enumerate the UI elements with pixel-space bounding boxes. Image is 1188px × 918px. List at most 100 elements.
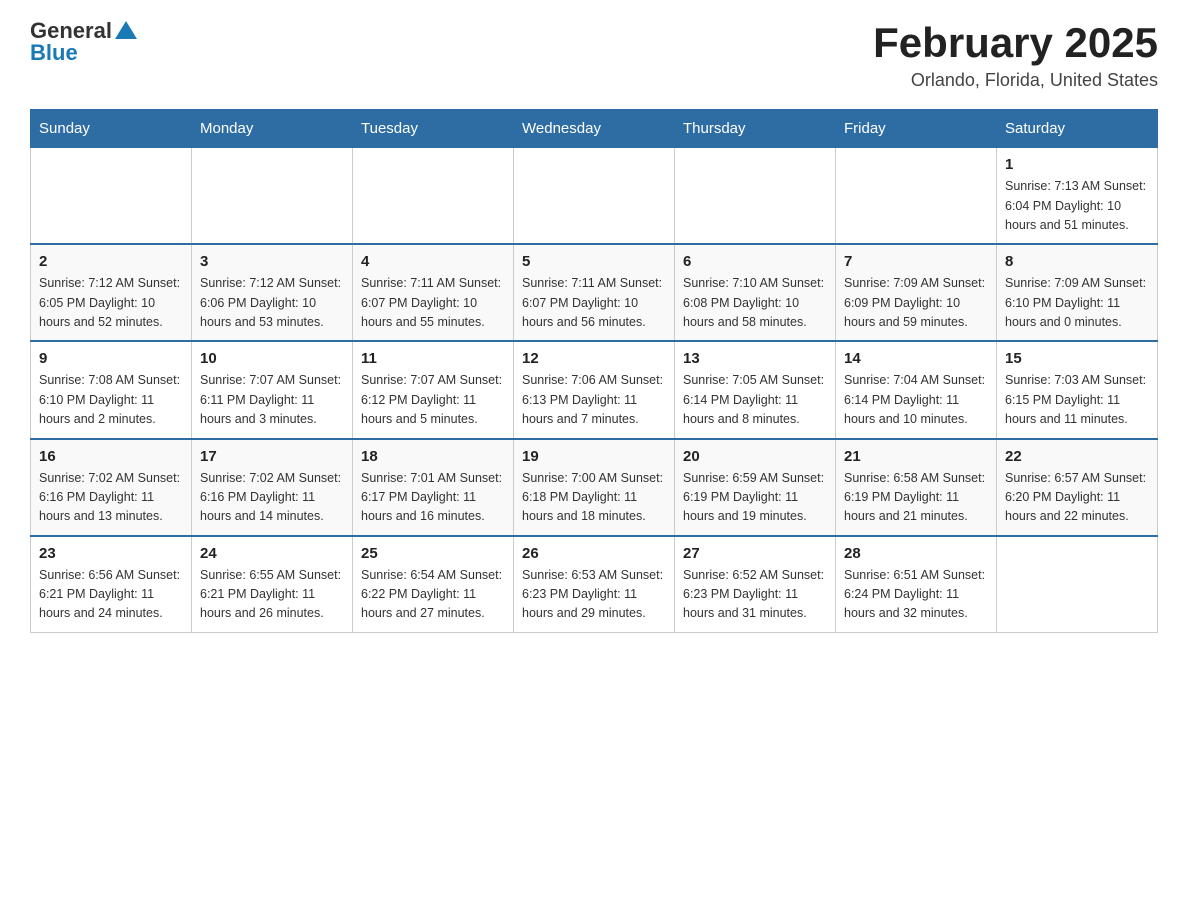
day-info: Sunrise: 7:04 AM Sunset: 6:14 PM Dayligh…	[844, 371, 988, 429]
day-number: 7	[844, 253, 988, 270]
day-info: Sunrise: 6:58 AM Sunset: 6:19 PM Dayligh…	[844, 469, 988, 527]
logo-general: General	[30, 20, 112, 42]
col-monday: Monday	[192, 110, 353, 148]
day-number: 3	[200, 253, 344, 270]
day-info: Sunrise: 7:09 AM Sunset: 6:10 PM Dayligh…	[1005, 274, 1149, 332]
table-row: 21 Sunrise: 6:58 AM Sunset: 6:19 PM Dayli…	[836, 439, 997, 536]
day-info: Sunrise: 7:13 AM Sunset: 6:04 PM Dayligh…	[1005, 177, 1149, 235]
table-row: 19 Sunrise: 7:00 AM Sunset: 6:18 PM Dayli…	[514, 439, 675, 536]
day-info: Sunrise: 6:59 AM Sunset: 6:19 PM Dayligh…	[683, 469, 827, 527]
table-row: 18 Sunrise: 7:01 AM Sunset: 6:17 PM Dayli…	[353, 439, 514, 536]
table-row: 8Sunrise: 7:09 AM Sunset: 6:10 PM Daylig…	[997, 244, 1158, 341]
day-info: Sunrise: 7:09 AM Sunset: 6:09 PM Dayligh…	[844, 274, 988, 332]
day-number: 22	[1005, 448, 1149, 465]
day-info: Sunrise: 7:05 AM Sunset: 6:14 PM Dayligh…	[683, 371, 827, 429]
table-row: 9 Sunrise: 7:08 AM Sunset: 6:10 PM Daylig…	[31, 341, 192, 438]
table-row	[192, 148, 353, 245]
day-number: 17	[200, 448, 344, 465]
table-row	[836, 148, 997, 245]
day-info: Sunrise: 7:02 AM Sunset: 6:16 PM Dayligh…	[200, 469, 344, 527]
col-saturday: Saturday	[997, 110, 1158, 148]
day-info: Sunrise: 7:07 AM Sunset: 6:12 PM Dayligh…	[361, 371, 505, 429]
table-row: 7 Sunrise: 7:09 AM Sunset: 6:09 PM Daylig…	[836, 244, 997, 341]
day-number: 16	[39, 448, 183, 465]
table-row	[997, 536, 1158, 633]
day-info: Sunrise: 7:07 AM Sunset: 6:11 PM Dayligh…	[200, 371, 344, 429]
table-row: 28 Sunrise: 6:51 AM Sunset: 6:24 PM Dayli…	[836, 536, 997, 633]
day-number: 11	[361, 350, 505, 367]
location: Orlando, Florida, United States	[873, 70, 1158, 91]
day-info: Sunrise: 6:52 AM Sunset: 6:23 PM Dayligh…	[683, 566, 827, 624]
table-row	[31, 148, 192, 245]
table-row: 1 Sunrise: 7:13 AM Sunset: 6:04 PM Daylig…	[997, 148, 1158, 245]
logo-icon	[115, 19, 137, 41]
table-row: 20 Sunrise: 6:59 AM Sunset: 6:19 PM Dayli…	[675, 439, 836, 536]
day-number: 13	[683, 350, 827, 367]
day-number: 21	[844, 448, 988, 465]
day-number: 24	[200, 545, 344, 562]
day-number: 9	[39, 350, 183, 367]
day-number: 4	[361, 253, 505, 270]
logo: General Blue	[30, 20, 137, 64]
table-row	[514, 148, 675, 245]
day-number: 15	[1005, 350, 1149, 367]
day-number: 26	[522, 545, 666, 562]
day-info: Sunrise: 7:06 AM Sunset: 6:13 PM Dayligh…	[522, 371, 666, 429]
table-row: 27 Sunrise: 6:52 AM Sunset: 6:23 PM Dayli…	[675, 536, 836, 633]
table-row: 10Sunrise: 7:07 AM Sunset: 6:11 PM Dayli…	[192, 341, 353, 438]
day-number: 25	[361, 545, 505, 562]
day-number: 5	[522, 253, 666, 270]
table-row: 12 Sunrise: 7:06 AM Sunset: 6:13 PM Dayli…	[514, 341, 675, 438]
table-row: 25Sunrise: 6:54 AM Sunset: 6:22 PM Dayli…	[353, 536, 514, 633]
col-wednesday: Wednesday	[514, 110, 675, 148]
day-info: Sunrise: 6:53 AM Sunset: 6:23 PM Dayligh…	[522, 566, 666, 624]
day-info: Sunrise: 6:56 AM Sunset: 6:21 PM Dayligh…	[39, 566, 183, 624]
day-info: Sunrise: 7:02 AM Sunset: 6:16 PM Dayligh…	[39, 469, 183, 527]
day-info: Sunrise: 6:57 AM Sunset: 6:20 PM Dayligh…	[1005, 469, 1149, 527]
col-friday: Friday	[836, 110, 997, 148]
logo-blue: Blue	[30, 40, 78, 65]
day-number: 2	[39, 253, 183, 270]
table-row: 13 Sunrise: 7:05 AM Sunset: 6:14 PM Dayli…	[675, 341, 836, 438]
table-row: 11 Sunrise: 7:07 AM Sunset: 6:12 PM Dayli…	[353, 341, 514, 438]
day-number: 23	[39, 545, 183, 562]
day-number: 20	[683, 448, 827, 465]
day-info: Sunrise: 7:12 AM Sunset: 6:05 PM Dayligh…	[39, 274, 183, 332]
table-row: 26 Sunrise: 6:53 AM Sunset: 6:23 PM Dayli…	[514, 536, 675, 633]
table-row	[353, 148, 514, 245]
day-number: 12	[522, 350, 666, 367]
day-info: Sunrise: 7:11 AM Sunset: 6:07 PM Dayligh…	[522, 274, 666, 332]
day-number: 18	[361, 448, 505, 465]
table-row: 15 Sunrise: 7:03 AM Sunset: 6:15 PM Dayli…	[997, 341, 1158, 438]
table-row: 24 Sunrise: 6:55 AM Sunset: 6:21 PM Dayli…	[192, 536, 353, 633]
day-number: 1	[1005, 156, 1149, 173]
table-row: 4 Sunrise: 7:11 AM Sunset: 6:07 PM Daylig…	[353, 244, 514, 341]
table-row: 2 Sunrise: 7:12 AM Sunset: 6:05 PM Daylig…	[31, 244, 192, 341]
day-info: Sunrise: 7:00 AM Sunset: 6:18 PM Dayligh…	[522, 469, 666, 527]
day-number: 27	[683, 545, 827, 562]
table-row: 16 Sunrise: 7:02 AM Sunset: 6:16 PM Dayli…	[31, 439, 192, 536]
day-info: Sunrise: 6:55 AM Sunset: 6:21 PM Dayligh…	[200, 566, 344, 624]
table-row: 23 Sunrise: 6:56 AM Sunset: 6:21 PM Dayli…	[31, 536, 192, 633]
day-number: 19	[522, 448, 666, 465]
page-header: General Blue February 2025 Orlando, Flor…	[30, 20, 1158, 91]
day-info: Sunrise: 7:01 AM Sunset: 6:17 PM Dayligh…	[361, 469, 505, 527]
table-row: 5 Sunrise: 7:11 AM Sunset: 6:07 PM Daylig…	[514, 244, 675, 341]
table-row	[675, 148, 836, 245]
day-info: Sunrise: 6:51 AM Sunset: 6:24 PM Dayligh…	[844, 566, 988, 624]
day-info: Sunrise: 7:11 AM Sunset: 6:07 PM Dayligh…	[361, 274, 505, 332]
col-thursday: Thursday	[675, 110, 836, 148]
table-row: 17 Sunrise: 7:02 AM Sunset: 6:16 PM Dayli…	[192, 439, 353, 536]
day-info: Sunrise: 7:08 AM Sunset: 6:10 PM Dayligh…	[39, 371, 183, 429]
calendar: Sunday Monday Tuesday Wednesday Thursday…	[30, 109, 1158, 633]
day-info: Sunrise: 7:12 AM Sunset: 6:06 PM Dayligh…	[200, 274, 344, 332]
day-number: 14	[844, 350, 988, 367]
table-row: 22 Sunrise: 6:57 AM Sunset: 6:20 PM Dayli…	[997, 439, 1158, 536]
col-tuesday: Tuesday	[353, 110, 514, 148]
table-row: 14 Sunrise: 7:04 AM Sunset: 6:14 PM Dayli…	[836, 341, 997, 438]
day-number: 28	[844, 545, 988, 562]
title-section: February 2025 Orlando, Florida, United S…	[873, 20, 1158, 91]
table-row: 3 Sunrise: 7:12 AM Sunset: 6:06 PM Daylig…	[192, 244, 353, 341]
calendar-header-row: Sunday Monday Tuesday Wednesday Thursday…	[31, 110, 1158, 148]
day-info: Sunrise: 7:03 AM Sunset: 6:15 PM Dayligh…	[1005, 371, 1149, 429]
